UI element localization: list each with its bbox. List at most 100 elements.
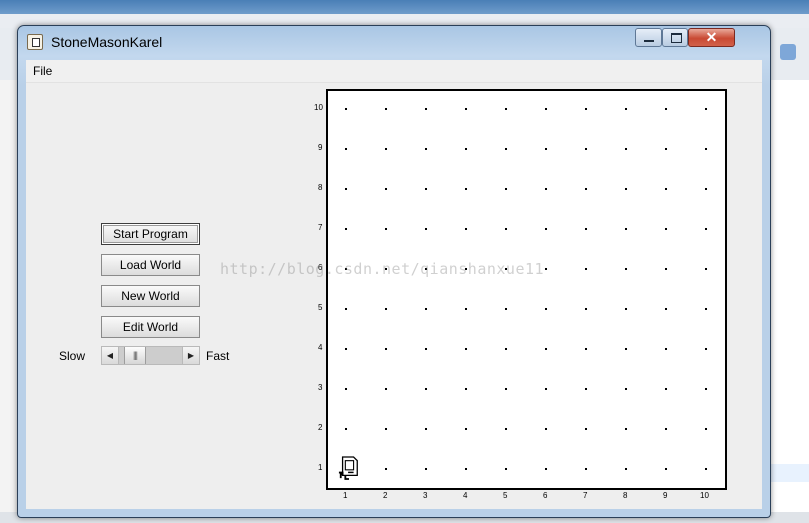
corner-dot	[505, 188, 507, 190]
corner-dot	[705, 148, 707, 150]
load-world-button[interactable]: Load World	[101, 254, 200, 276]
corner-dot	[665, 108, 667, 110]
corner-dot	[585, 428, 587, 430]
y-axis-label: 8	[318, 183, 323, 192]
corner-dot	[385, 348, 387, 350]
minimize-button[interactable]	[635, 28, 662, 47]
karel-app-icon	[27, 34, 43, 50]
corner-dot	[545, 108, 547, 110]
corner-dot	[545, 188, 547, 190]
corner-dot	[585, 148, 587, 150]
corner-dot	[585, 108, 587, 110]
corner-dot	[625, 148, 627, 150]
corner-dot	[465, 228, 467, 230]
corner-dot	[345, 348, 347, 350]
corner-dot	[385, 468, 387, 470]
minimize-icon	[644, 40, 654, 42]
x-axis-label: 5	[503, 491, 508, 500]
x-axis-label: 7	[583, 491, 588, 500]
y-axis-label: 10	[314, 103, 323, 112]
corner-dot	[585, 308, 587, 310]
corner-dot	[625, 308, 627, 310]
corner-dot	[385, 228, 387, 230]
slider-left-arrow-icon[interactable]: ◀	[102, 347, 119, 364]
corner-dot	[425, 468, 427, 470]
y-axis-label: 1	[318, 463, 323, 472]
speed-slow-label: Slow	[59, 349, 86, 363]
corner-dot	[425, 148, 427, 150]
x-axis-label: 4	[463, 491, 468, 500]
corner-dot	[585, 228, 587, 230]
eclipse-editor-panel	[770, 80, 809, 523]
corner-dot	[505, 428, 507, 430]
eclipse-titlebar	[0, 0, 809, 14]
corner-dot	[505, 148, 507, 150]
corner-dot	[465, 388, 467, 390]
karel-content: Start Program Load World New World Edit …	[26, 83, 762, 509]
toolbar-icon[interactable]	[780, 44, 796, 60]
start-program-button[interactable]: Start Program	[101, 223, 200, 245]
corner-dot	[345, 148, 347, 150]
karel-robot-icon	[338, 456, 358, 480]
corner-dot	[425, 188, 427, 190]
corner-dot	[345, 428, 347, 430]
corner-dot	[585, 348, 587, 350]
x-axis-label: 6	[543, 491, 548, 500]
corner-dot	[505, 388, 507, 390]
corner-dot	[705, 108, 707, 110]
corner-dot	[425, 428, 427, 430]
corner-dot	[545, 348, 547, 350]
maximize-icon	[671, 33, 682, 43]
corner-dot	[705, 388, 707, 390]
menu-file[interactable]: File	[33, 64, 52, 78]
slider-thumb[interactable]: |||	[124, 347, 146, 364]
corner-dot	[705, 348, 707, 350]
corner-dot	[665, 148, 667, 150]
corner-dot	[465, 108, 467, 110]
corner-dot	[425, 228, 427, 230]
maximize-button[interactable]	[662, 28, 688, 47]
corner-dot	[385, 148, 387, 150]
x-axis-label: 8	[623, 491, 628, 500]
corner-dot	[465, 428, 467, 430]
slider-right-arrow-icon[interactable]: ▶	[182, 347, 199, 364]
corner-dot	[625, 188, 627, 190]
corner-dot	[545, 308, 547, 310]
corner-dot	[665, 308, 667, 310]
speed-fast-label: Fast	[206, 349, 230, 363]
karel-world[interactable]	[326, 89, 727, 490]
speed-slider[interactable]: ◀ ||| ▶	[101, 346, 200, 365]
x-axis-label: 2	[383, 491, 388, 500]
y-axis-label: 2	[318, 423, 323, 432]
corner-dot	[665, 348, 667, 350]
y-axis-label: 5	[318, 303, 323, 312]
corner-dot	[705, 308, 707, 310]
corner-dot	[665, 228, 667, 230]
y-axis-label: 7	[318, 223, 323, 232]
corner-dot	[465, 188, 467, 190]
corner-dot	[625, 228, 627, 230]
y-axis-label: 9	[318, 143, 323, 152]
new-world-button[interactable]: New World	[101, 285, 200, 307]
corner-dot	[545, 428, 547, 430]
corner-dot	[625, 348, 627, 350]
corner-dot	[425, 108, 427, 110]
corner-dot	[705, 428, 707, 430]
corner-dot	[545, 468, 547, 470]
corner-dot	[585, 388, 587, 390]
corner-dot	[625, 108, 627, 110]
eclipse-left-strip	[0, 80, 18, 523]
corner-dot	[625, 388, 627, 390]
corner-dot	[385, 428, 387, 430]
corner-dot	[665, 188, 667, 190]
corner-dot	[625, 468, 627, 470]
close-button[interactable]: ✕	[688, 28, 735, 47]
window-titlebar[interactable]: StoneMasonKarel ✕	[18, 26, 770, 58]
edit-world-button[interactable]: Edit World	[101, 316, 200, 338]
corner-dot	[705, 268, 707, 270]
corner-dot	[665, 468, 667, 470]
corner-dot	[545, 148, 547, 150]
x-axis-label: 9	[663, 491, 668, 500]
corner-dot	[585, 268, 587, 270]
corner-dot	[345, 188, 347, 190]
